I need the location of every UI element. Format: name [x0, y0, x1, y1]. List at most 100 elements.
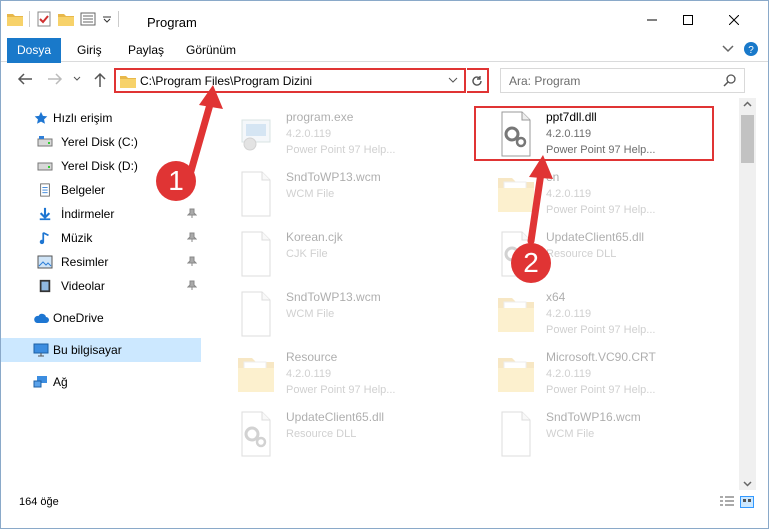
sidebar-item-network[interactable]: Ağ	[1, 370, 201, 394]
sidebar-item-quick-access[interactable]: Hızlı erişim	[1, 106, 201, 130]
computer-icon	[33, 343, 49, 357]
large-icons-view-icon[interactable]	[740, 496, 754, 508]
sidebar-item-label: Yerel Disk (D:)	[61, 159, 138, 173]
window-title: Program	[147, 15, 197, 30]
pin-icon[interactable]	[187, 280, 197, 290]
tab-gorunum[interactable]: Görünüm	[176, 38, 246, 62]
file-name: x64	[546, 290, 566, 304]
sidebar-item-downloads[interactable]: İndirmeler	[1, 202, 201, 226]
document-icon	[501, 411, 531, 457]
file-meta-2: Power Point 97 Help...	[546, 324, 656, 336]
file-item[interactable]: x64 4.2.0.119 Power Point 97 Help...	[474, 286, 714, 342]
pin-icon[interactable]	[187, 208, 197, 218]
details-view-icon[interactable]	[720, 496, 734, 508]
tab-paylas[interactable]: Paylaş	[118, 38, 174, 62]
back-arrow-icon[interactable]	[17, 72, 33, 86]
folder-icon	[120, 76, 136, 88]
file-list: program.exe 4.2.0.119 Power Point 97 Help.…	[204, 98, 739, 490]
search-placeholder[interactable]: Ara: Program	[509, 74, 580, 88]
close-button[interactable]	[711, 1, 757, 38]
sidebar-item-label: OneDrive	[53, 311, 104, 325]
recent-locations-icon[interactable]	[73, 76, 81, 82]
folder-icon	[498, 358, 534, 392]
file-item[interactable]: UpdateClient65.dll Resource DLL	[474, 226, 714, 282]
drive-icon	[37, 162, 53, 171]
refresh-button[interactable]	[467, 68, 489, 93]
refresh-icon	[472, 75, 482, 86]
address-bar[interactable]: C:\Program Files\Program Dizini	[114, 68, 466, 93]
pin-icon[interactable]	[187, 232, 197, 242]
file-item[interactable]: en 4.2.0.119 Power Point 97 Help...	[474, 166, 714, 222]
scroll-down-icon[interactable]	[743, 481, 752, 487]
file-item[interactable]: Resource 4.2.0.119 Power Point 97 Help...	[214, 346, 454, 402]
view-options-icon[interactable]	[80, 12, 96, 26]
file-meta-1: CJK File	[286, 248, 328, 260]
file-name: SndToWP13.wcm	[286, 290, 381, 304]
file-item[interactable]: program.exe 4.2.0.119 Power Point 97 Help.…	[214, 106, 454, 162]
sidebar-item-label: İndirmeler	[61, 207, 115, 221]
qat-separator	[29, 11, 30, 27]
new-folder-icon[interactable]	[58, 12, 74, 26]
sidebar-item-pictures[interactable]: Resimler	[1, 250, 201, 274]
sidebar-item-label: Ağ	[53, 375, 68, 389]
forward-arrow-icon[interactable]	[47, 72, 63, 86]
file-meta-1: 4.2.0.119	[546, 308, 592, 320]
sidebar-item-music[interactable]: Müzik	[1, 226, 201, 250]
callout-1: 1	[156, 161, 196, 201]
sidebar-item-onedrive[interactable]: OneDrive	[1, 306, 201, 330]
document-icon	[241, 171, 271, 217]
document-icon	[241, 231, 271, 277]
cloud-icon	[34, 313, 49, 323]
tab-giris[interactable]: Giriş	[67, 38, 112, 62]
file-icon-wrap	[236, 170, 276, 218]
up-arrow-icon[interactable]	[93, 72, 107, 88]
callout-2: 2	[511, 243, 551, 283]
file-item[interactable]: SndToWP16.wcm WCM File	[474, 406, 714, 462]
folder-icon[interactable]	[7, 12, 23, 26]
sidebar-item-label: Bu bilgisayar	[53, 343, 122, 357]
scroll-up-icon[interactable]	[743, 101, 752, 107]
file-meta-2: Power Point 97 Help...	[286, 144, 396, 156]
file-meta-2: Power Point 97 Help...	[286, 384, 396, 396]
documents-icon	[40, 183, 50, 197]
file-name: Resource	[286, 350, 338, 364]
maximize-button[interactable]	[665, 1, 711, 38]
view-toggle	[720, 496, 754, 508]
sidebar-item-label: Yerel Disk (C:)	[61, 135, 138, 149]
properties-check-icon[interactable]	[36, 11, 52, 27]
file-meta-1: 4.2.0.119	[286, 368, 332, 380]
expand-ribbon-icon[interactable]	[722, 45, 734, 53]
drive-icon	[37, 136, 53, 147]
chevron-down-icon[interactable]	[448, 77, 458, 83]
file-meta-1: 4.2.0.119	[546, 368, 592, 380]
pin-icon[interactable]	[187, 256, 197, 266]
sidebar-item-label: Belgeler	[61, 183, 106, 197]
search-icon[interactable]	[723, 74, 736, 87]
navigation-pane: Hızlı erişim Yerel Disk (C:) Yerel Disk …	[1, 98, 204, 490]
address-path[interactable]: C:\Program Files\Program Dizini	[140, 74, 312, 88]
sidebar-item-local-disk-c[interactable]: Yerel Disk (C:)	[1, 130, 201, 154]
music-icon	[39, 231, 49, 245]
quick-access-toolbar	[7, 11, 119, 27]
file-item[interactable]: SndToWP13.wcm WCM File	[214, 286, 454, 342]
file-item[interactable]: Microsoft.VC90.CRT 4.2.0.119 Power Point 9…	[474, 346, 714, 402]
file-meta-1: Resource DLL	[546, 248, 617, 260]
item-count: 164 öğe	[19, 496, 59, 508]
file-name: en	[546, 170, 560, 184]
file-item[interactable]: UpdateClient65.dll Resource DLL	[214, 406, 454, 462]
file-meta-2: Power Point 97 Help...	[546, 384, 656, 396]
customize-qat-icon[interactable]	[102, 14, 112, 24]
file-icon-wrap	[496, 410, 536, 458]
file-item[interactable]: Korean.cjk CJK File	[214, 226, 454, 282]
vertical-scrollbar[interactable]	[739, 98, 756, 490]
scrollbar-thumb[interactable]	[741, 115, 754, 163]
help-icon[interactable]: ?	[744, 42, 758, 56]
file-name: Microsoft.VC90.CRT	[546, 350, 656, 364]
file-meta-1: Resource DLL	[286, 428, 357, 440]
file-icon-wrap	[236, 110, 276, 158]
file-item[interactable]: SndToWP13.wcm WCM File	[214, 166, 454, 222]
file-name: program.exe	[286, 110, 354, 124]
sidebar-item-videos[interactable]: Videolar	[1, 274, 201, 298]
search-box[interactable]: Ara: Program	[500, 68, 745, 93]
sidebar-item-this-pc[interactable]: Bu bilgisayar	[1, 338, 201, 362]
